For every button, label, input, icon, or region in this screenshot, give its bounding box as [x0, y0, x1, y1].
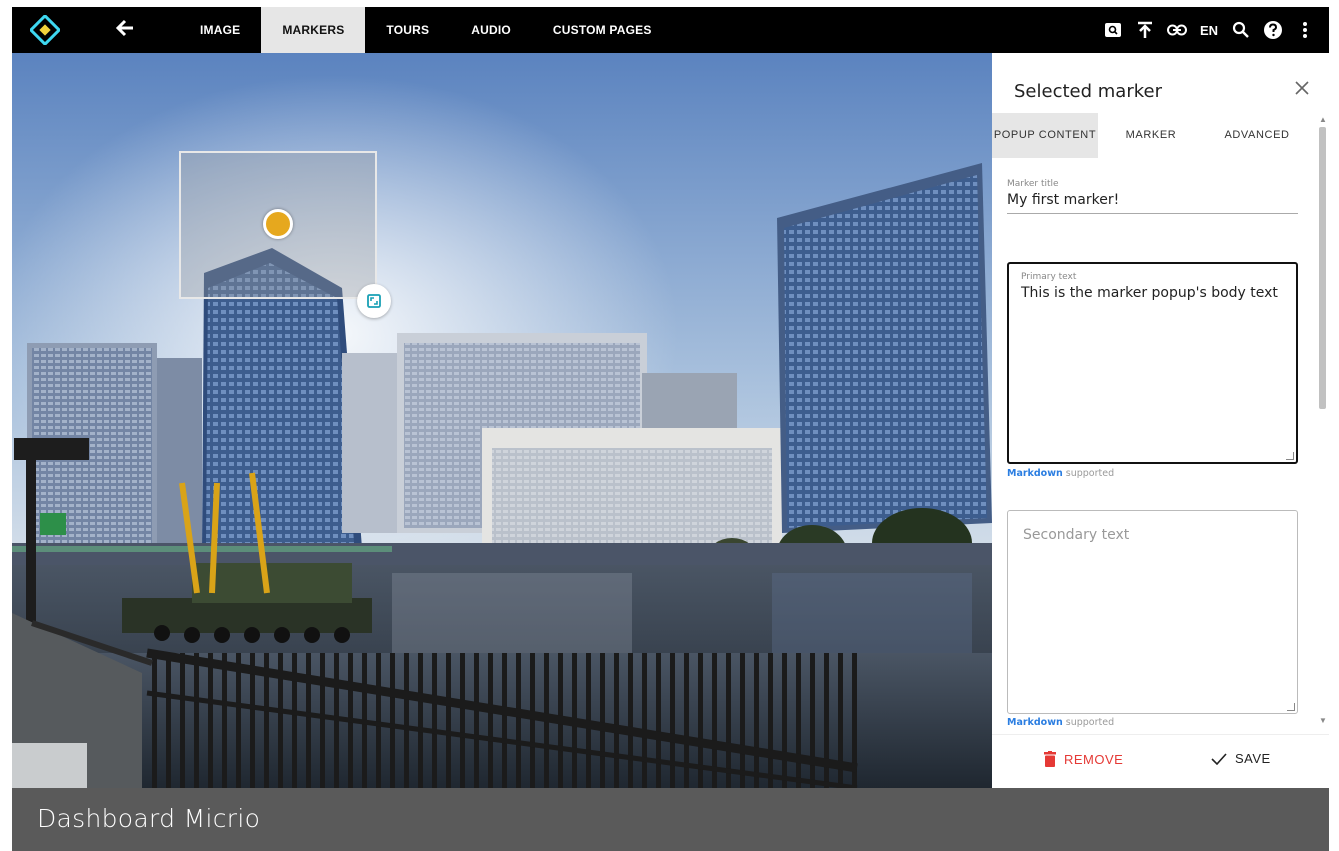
top-bar: IMAGE MARKERS TOURS AUDIO CUSTOM PAGES E… [12, 7, 1329, 53]
check-icon [1211, 752, 1227, 765]
markdown-link[interactable]: Markdown [1007, 468, 1063, 479]
caption-bar: Dashboard Micrio [12, 788, 1329, 851]
panel-tabs: POPUP CONTENT MARKER ADVANCED [992, 113, 1310, 158]
markdown-note-text: supported [1065, 468, 1115, 479]
caption-text: Dashboard Micrio [37, 804, 261, 833]
tab-tours[interactable]: TOURS [365, 7, 450, 53]
panel-footer: REMOVE SAVE [992, 734, 1329, 788]
panel-scrollbar[interactable]: ▲ ▼ [1317, 115, 1327, 725]
marker-popup-preview[interactable] [179, 151, 377, 299]
tab-marker[interactable]: MARKER [1098, 113, 1204, 158]
panorama-photo [12, 53, 992, 788]
scroll-thumb[interactable] [1319, 127, 1326, 409]
expand-icon[interactable] [357, 284, 391, 318]
primary-text-value[interactable]: This is the marker popup's body text [1021, 283, 1284, 303]
app-frame: IMAGE MARKERS TOURS AUDIO CUSTOM PAGES E… [12, 7, 1329, 851]
more-vert-icon[interactable] [1289, 7, 1321, 53]
selected-marker-panel: Selected marker POPUP CONTENT MARKER ADV… [992, 53, 1329, 788]
textarea-resize-handle[interactable] [1287, 703, 1295, 711]
markdown-note-secondary: Markdown supported [1007, 717, 1114, 728]
link-icon[interactable] [1161, 7, 1193, 53]
tab-popup-content[interactable]: POPUP CONTENT [992, 113, 1098, 158]
image-search-icon[interactable] [1097, 7, 1129, 53]
main-tabs: IMAGE MARKERS TOURS AUDIO CUSTOM PAGES [184, 7, 673, 53]
toolbar-right: EN [1097, 7, 1321, 53]
textarea-resize-handle[interactable] [1286, 452, 1294, 460]
panel-title: Selected marker [1014, 81, 1162, 102]
arrow-left-icon[interactable] [112, 17, 138, 43]
tab-image[interactable]: IMAGE [184, 7, 261, 53]
upload-icon[interactable] [1129, 7, 1161, 53]
primary-text-label: Primary text [1021, 272, 1077, 282]
save-label: SAVE [1235, 751, 1271, 766]
secondary-text-field[interactable]: Secondary text [1007, 510, 1298, 714]
marker-dot[interactable] [263, 209, 293, 239]
marker-title-label: Marker title [1007, 179, 1059, 189]
remove-button[interactable]: REMOVE [1044, 751, 1123, 767]
markdown-note-primary: Markdown supported [1007, 468, 1114, 479]
tab-advanced[interactable]: ADVANCED [1204, 113, 1310, 158]
tab-custom-pages[interactable]: CUSTOM PAGES [532, 7, 673, 53]
micrio-logo-icon[interactable] [28, 13, 62, 47]
remove-label: REMOVE [1064, 751, 1124, 767]
tab-markers[interactable]: MARKERS [261, 7, 366, 53]
help-icon[interactable] [1257, 7, 1289, 53]
search-icon[interactable] [1225, 7, 1257, 53]
language-selector[interactable]: EN [1193, 7, 1225, 53]
save-button[interactable]: SAVE [1211, 751, 1271, 766]
markdown-note-text: supported [1065, 717, 1115, 728]
image-canvas[interactable] [12, 53, 992, 788]
marker-title-field: Marker title [1007, 179, 1298, 214]
markdown-link[interactable]: Markdown [1007, 717, 1063, 728]
tab-audio[interactable]: AUDIO [450, 7, 532, 53]
secondary-text-placeholder: Secondary text [1023, 527, 1130, 543]
scroll-up-icon[interactable]: ▲ [1319, 115, 1327, 124]
primary-text-field[interactable]: Primary text This is the marker popup's … [1007, 262, 1298, 464]
marker-title-input[interactable] [1007, 189, 1298, 214]
trash-icon [1044, 751, 1056, 767]
close-icon[interactable] [1295, 75, 1309, 101]
scroll-down-icon[interactable]: ▼ [1319, 716, 1327, 725]
